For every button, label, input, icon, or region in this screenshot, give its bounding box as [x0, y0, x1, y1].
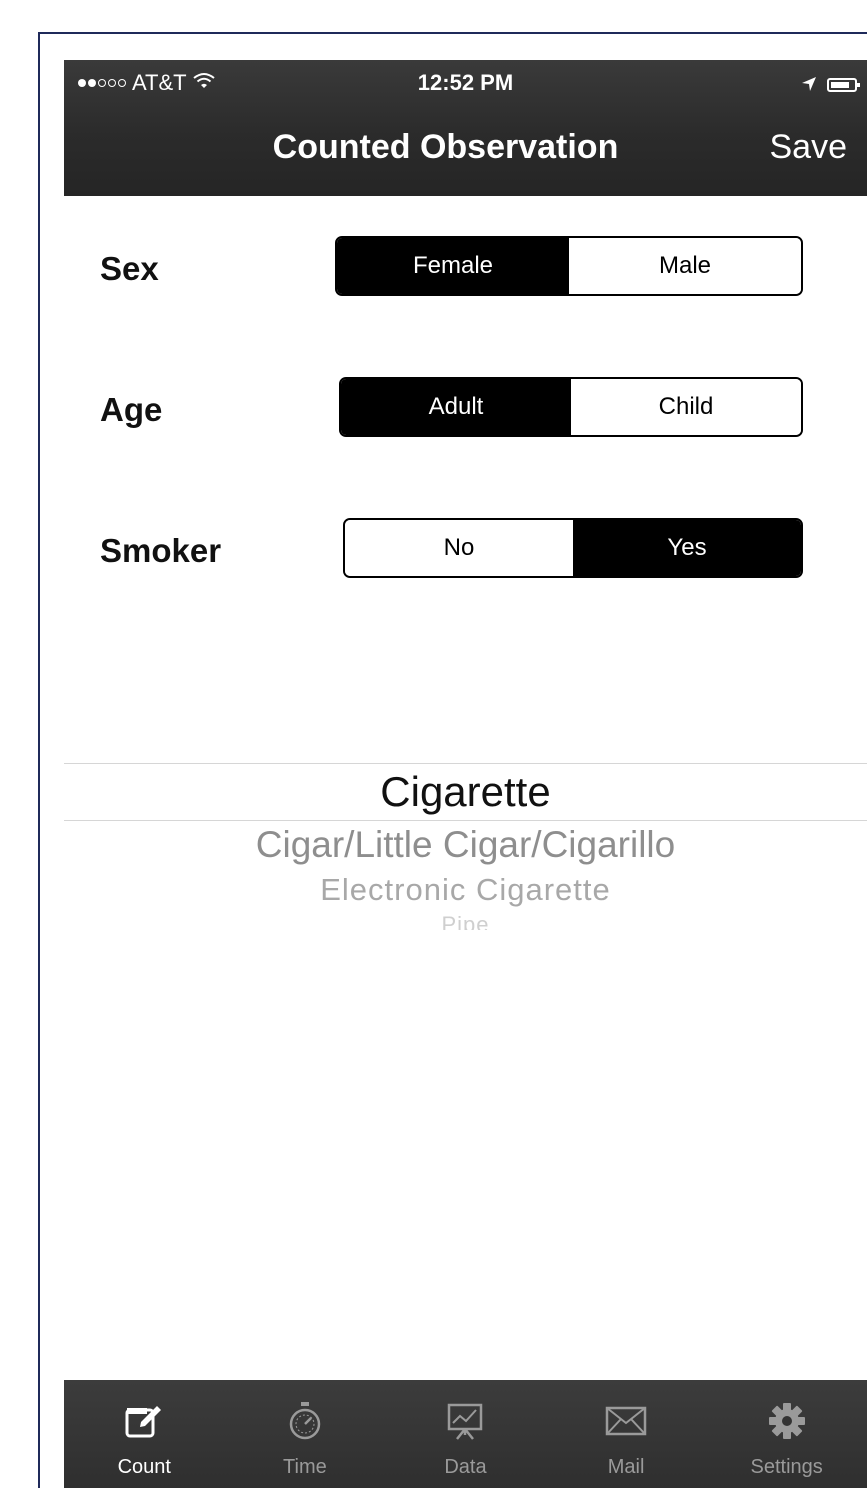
location-arrow-icon — [801, 72, 817, 98]
picker-item-selected[interactable]: Cigarette — [64, 768, 867, 816]
smoker-option-no[interactable]: No — [345, 520, 573, 576]
picker-item[interactable]: Pipe — [64, 912, 867, 930]
sex-segmented-control: Female Male — [335, 236, 803, 296]
picker-item[interactable]: Electronic Cigarette — [64, 872, 867, 908]
navigation-header: AT&T 12:52 PM Counted Observation Save — [64, 60, 867, 196]
smoker-label: Smoker — [100, 532, 222, 569]
tab-time[interactable]: Time — [225, 1380, 386, 1488]
page-title: Counted Observation — [272, 128, 619, 166]
app-screen: AT&T 12:52 PM Counted Observation Save S… — [64, 60, 867, 1488]
tab-count-label: Count — [117, 1456, 171, 1478]
age-option-adult[interactable]: Adult — [341, 379, 571, 435]
status-right — [801, 72, 860, 98]
status-bar: AT&T 12:52 PM — [64, 60, 867, 106]
tab-settings[interactable]: Settings — [706, 1380, 867, 1488]
sex-option-female[interactable]: Female — [337, 238, 569, 294]
tab-bar: Count Time Data Mail Settings — [64, 1380, 867, 1488]
tab-mail[interactable]: Mail — [546, 1380, 707, 1488]
mail-icon — [603, 1398, 649, 1444]
battery-icon — [827, 78, 860, 92]
smoker-segmented-control: No Yes — [343, 518, 803, 578]
chart-icon — [442, 1398, 488, 1444]
picker-selection-top-line — [64, 763, 867, 764]
age-segmented-control: Adult Child — [339, 377, 803, 437]
sex-option-male[interactable]: Male — [569, 238, 801, 294]
save-button[interactable]: Save — [770, 128, 848, 167]
tab-data-label: Data — [444, 1456, 487, 1478]
tab-mail-label: Mail — [607, 1456, 645, 1478]
tab-time-label: Time — [283, 1456, 327, 1478]
status-time: 12:52 PM — [417, 70, 514, 95]
stopwatch-icon — [282, 1398, 328, 1444]
picker-selection-bottom-line — [64, 820, 867, 821]
age-option-child[interactable]: Child — [571, 379, 801, 435]
tab-count[interactable]: Count — [64, 1380, 225, 1488]
tab-data[interactable]: Data — [385, 1380, 546, 1488]
age-label: Age — [100, 391, 163, 428]
sex-label: Sex — [100, 250, 159, 287]
picker-item[interactable]: Cigar/Little Cigar/Cigarillo — [64, 824, 867, 866]
gear-icon — [764, 1398, 810, 1444]
edit-icon — [121, 1398, 167, 1444]
smoker-option-yes[interactable]: Yes — [573, 520, 801, 576]
tab-settings-label: Settings — [750, 1456, 823, 1478]
